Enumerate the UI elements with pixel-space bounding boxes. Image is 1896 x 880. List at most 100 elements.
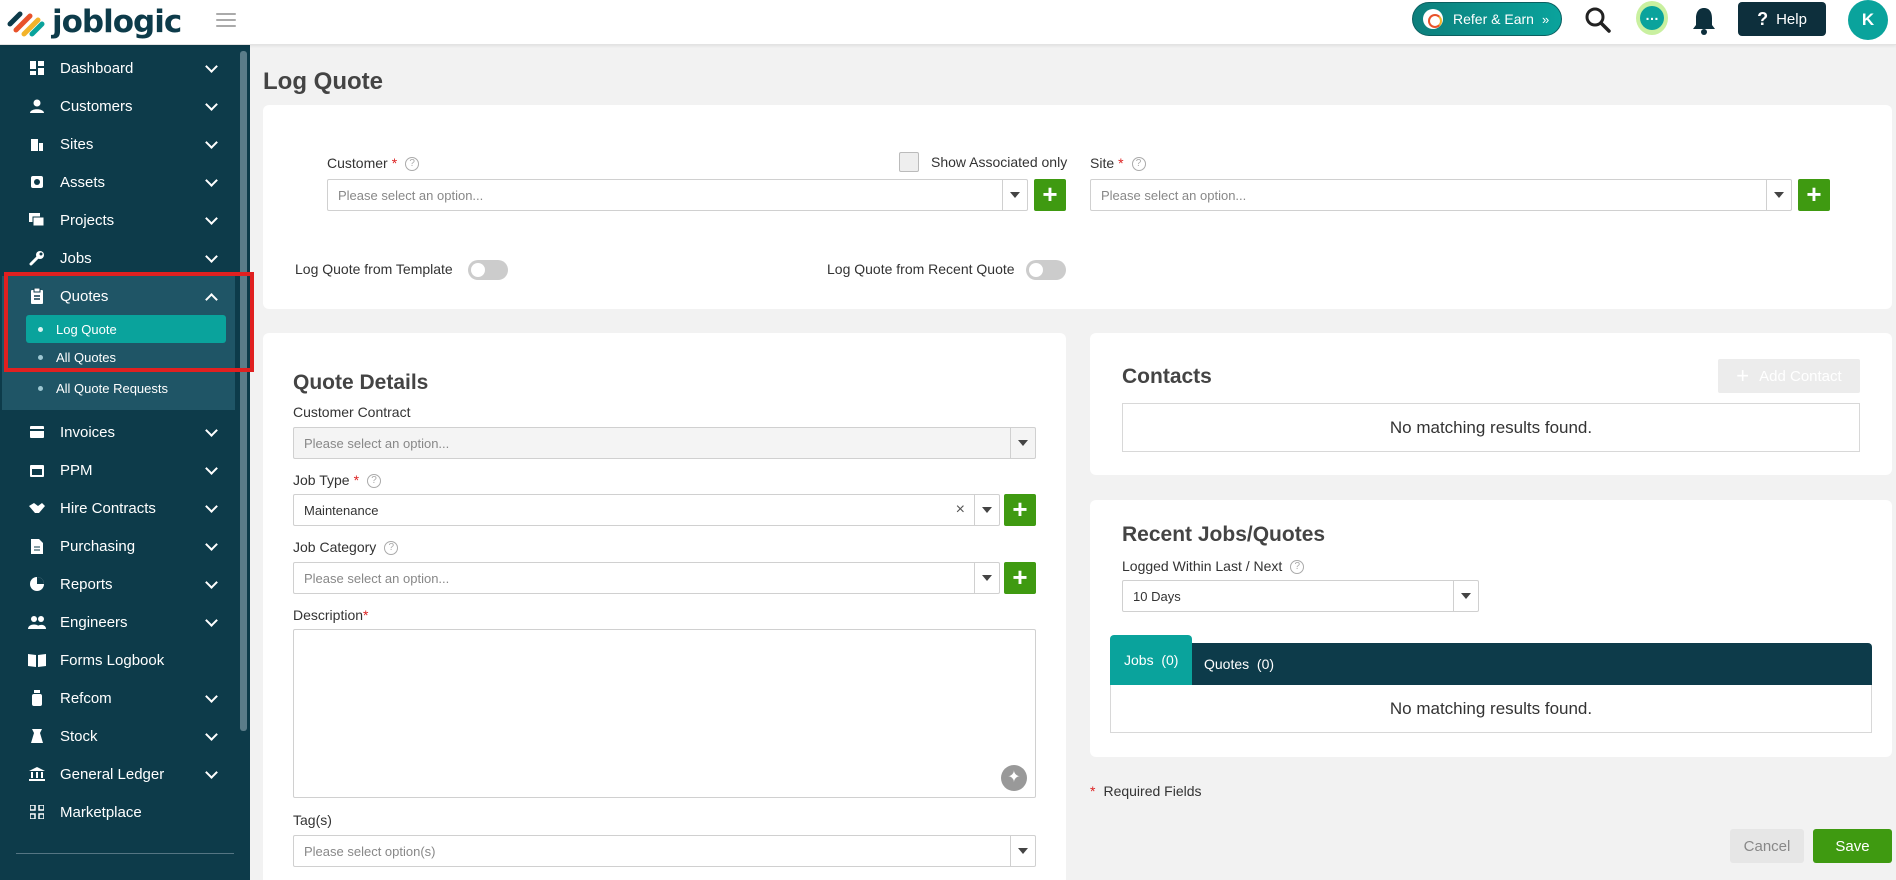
contacts-empty-message: No matching results found. xyxy=(1122,403,1860,452)
sidebar-item-label: Hire Contracts xyxy=(60,499,156,517)
sidebar: Dashboard Customers Sites Assets Project… xyxy=(0,45,250,880)
sidebar-item-label: Stock xyxy=(60,727,98,745)
job-category-select[interactable]: Please select an option... xyxy=(293,562,1000,594)
add-site-button[interactable]: + xyxy=(1798,179,1830,211)
sidebar-item-refcom[interactable]: Refcom xyxy=(0,679,240,717)
job-type-select[interactable]: Maintenance × xyxy=(293,494,1000,526)
chevron-down-icon xyxy=(974,495,999,525)
grid-icon xyxy=(28,803,46,821)
sidebar-item-label: Invoices xyxy=(60,423,116,441)
cancel-button[interactable]: Cancel xyxy=(1730,829,1804,863)
sidebar-item-assets[interactable]: Assets xyxy=(0,163,240,201)
projects-icon xyxy=(28,211,46,229)
plus-icon: + xyxy=(1736,363,1750,388)
sidebar-item-label: Marketplace xyxy=(60,803,142,821)
person-icon xyxy=(28,97,46,115)
recent-jobs-title: Recent Jobs/Quotes xyxy=(1122,523,1326,546)
sidebar-item-label: Projects xyxy=(60,211,115,229)
user-avatar[interactable]: K xyxy=(1848,0,1888,40)
sidebar-item-label: Purchasing xyxy=(60,537,136,555)
jobs-quotes-tabs: Jobs (0) Quotes (0) xyxy=(1110,635,1872,685)
recent-quote-toggle[interactable] xyxy=(1026,260,1066,280)
tags-label: Tag(s) xyxy=(293,812,332,828)
logo-mark-icon xyxy=(7,11,45,37)
logged-within-label: Logged Within Last / Next? xyxy=(1122,558,1305,574)
tab-jobs[interactable]: Jobs (0) xyxy=(1110,635,1193,685)
joblogic-logo[interactable]: joblogic xyxy=(6,2,182,42)
sidebar-item-purchasing[interactable]: Purchasing xyxy=(0,527,240,565)
chevron-down-icon xyxy=(974,563,999,593)
sidebar-item-engineers[interactable]: Engineers xyxy=(0,603,240,641)
sidebar-item-customers[interactable]: Customers xyxy=(0,87,240,125)
highlight-annotation xyxy=(4,272,254,372)
site-label: Site *? xyxy=(1090,155,1146,171)
refer-and-earn-button[interactable]: Refer & Earn » xyxy=(1412,2,1562,36)
add-job-category-button[interactable]: + xyxy=(1004,562,1036,594)
sidebar-item-stock[interactable]: Stock xyxy=(0,717,240,755)
sidebar-item-projects[interactable]: Projects xyxy=(0,201,240,239)
sparkle-icon[interactable]: ✦ xyxy=(1001,765,1027,791)
sidebar-item-dashboard[interactable]: Dashboard xyxy=(0,49,240,87)
sidebar-item-general-ledger[interactable]: General Ledger xyxy=(0,755,240,793)
description-textarea[interactable]: ✦ xyxy=(293,629,1036,798)
double-chevron-icon: » xyxy=(1541,11,1550,27)
help-button[interactable]: ? Help xyxy=(1738,2,1826,36)
show-associated-label: Show Associated only xyxy=(931,154,1068,170)
sidebar-item-sites[interactable]: Sites xyxy=(0,125,240,163)
jobs-empty-message: No matching results found. xyxy=(1110,685,1872,733)
tags-select[interactable]: Please select option(s) xyxy=(293,835,1036,867)
sidebar-item-label: Engineers xyxy=(60,613,128,631)
sidebar-item-hire-contracts[interactable]: Hire Contracts xyxy=(0,489,240,527)
calendar-icon xyxy=(28,461,46,479)
customer-select[interactable]: Please select an option... xyxy=(327,179,1028,211)
customer-label: Customer *? xyxy=(327,155,420,171)
refcom-icon xyxy=(28,689,46,707)
dashboard-icon xyxy=(28,59,46,77)
help-circle-icon: ? xyxy=(1131,157,1146,171)
building-icon xyxy=(28,135,46,153)
chevron-down-icon xyxy=(1766,180,1791,210)
search-icon[interactable] xyxy=(1582,4,1614,36)
clear-icon[interactable]: × xyxy=(956,501,965,519)
sidebar-item-ppm[interactable]: PPM xyxy=(0,451,240,489)
sidebar-item-label: PPM xyxy=(60,461,93,479)
sidebar-item-marketplace[interactable]: Marketplace xyxy=(0,793,240,831)
group-icon xyxy=(28,613,46,631)
sidebar-item-label: Jobs xyxy=(60,249,92,267)
bank-icon xyxy=(28,765,46,783)
wrench-icon xyxy=(28,249,46,267)
pie-chart-icon xyxy=(28,575,46,593)
stock-icon xyxy=(28,727,46,745)
invoice-icon xyxy=(28,423,46,441)
add-job-type-button[interactable]: + xyxy=(1004,494,1036,526)
chat-icon[interactable]: … xyxy=(1636,1,1668,35)
sidebar-item-forms-logbook[interactable]: Forms Logbook xyxy=(0,641,240,679)
sidebar-item-reports[interactable]: Reports xyxy=(0,565,240,603)
add-contact-button[interactable]: + Add Contact xyxy=(1718,359,1860,393)
chevron-down-icon xyxy=(1010,428,1035,458)
site-select[interactable]: Please select an option... xyxy=(1090,179,1792,211)
save-button[interactable]: Save xyxy=(1813,829,1892,863)
document-icon xyxy=(28,537,46,555)
sidebar-item-label: General Ledger xyxy=(60,765,165,783)
add-customer-button[interactable]: + xyxy=(1034,179,1066,211)
sidebar-item-label: Assets xyxy=(60,173,106,191)
customer-contract-select[interactable]: Please select an option... xyxy=(293,427,1036,459)
sidebar-scrollbar[interactable] xyxy=(240,51,247,731)
customer-contract-label: Customer Contract xyxy=(293,404,411,420)
help-circle-icon: ? xyxy=(367,474,382,488)
refer-label: Refer & Earn xyxy=(1453,11,1534,27)
job-category-label: Job Category? xyxy=(293,539,399,555)
bell-icon[interactable] xyxy=(1688,4,1720,36)
handshake-icon xyxy=(28,499,46,517)
show-associated-checkbox[interactable] xyxy=(899,152,919,172)
logged-within-select[interactable]: 10 Days xyxy=(1122,580,1479,612)
sidebar-subitem-all-quote-requests[interactable]: All Quote Requests xyxy=(26,374,226,402)
required-fields-note: * Required Fields xyxy=(1090,783,1202,799)
menu-toggle-icon[interactable] xyxy=(216,10,236,30)
template-toggle[interactable] xyxy=(468,260,508,280)
book-icon xyxy=(28,651,46,669)
tab-quotes[interactable]: Quotes (0) xyxy=(1190,643,1288,685)
sidebar-item-invoices[interactable]: Invoices xyxy=(0,413,240,451)
question-icon: ? xyxy=(1757,8,1769,29)
